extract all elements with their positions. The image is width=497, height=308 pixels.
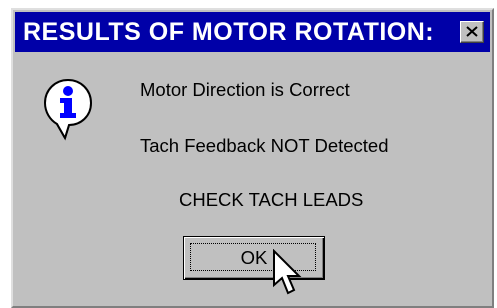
message-line-tach-feedback: Tach Feedback NOT Detected	[140, 135, 389, 156]
ok-button[interactable]: OK	[183, 236, 325, 280]
message-line-check-leads: CHECK TACH LEADS	[179, 189, 364, 210]
ok-button-label: OK	[240, 247, 268, 268]
title-bar[interactable]: RESULTS OF MOTOR ROTATION:	[15, 12, 490, 52]
info-icon	[43, 78, 93, 141]
close-icon	[466, 26, 478, 37]
arrow-pointer-icon	[273, 249, 302, 295]
message-line-direction: Motor Direction is Correct	[140, 79, 350, 100]
dialog-title: RESULTS OF MOTOR ROTATION:	[23, 18, 435, 46]
message-dialog: RESULTS OF MOTOR ROTATION: Motor Directi…	[11, 8, 494, 308]
close-button[interactable]	[460, 21, 484, 43]
